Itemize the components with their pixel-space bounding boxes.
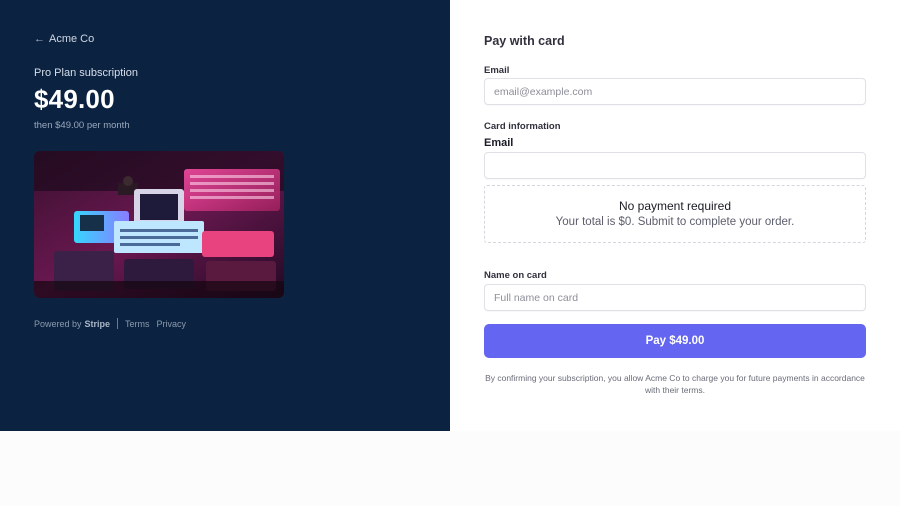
price-note: then $49.00 per month — [34, 120, 130, 131]
card-email-input[interactable] — [484, 152, 866, 179]
form-title: Pay with card — [484, 34, 565, 48]
card-information-label: Card information — [484, 121, 561, 132]
no-payment-text: Your total is $0. Submit to complete you… — [555, 216, 795, 228]
email-label: Email — [484, 65, 510, 76]
no-payment-notice: No payment required Your total is $0. Su… — [484, 185, 866, 243]
plan-name: Pro Plan subscription — [34, 67, 138, 79]
checkout-page: ← Acme Co Pro Plan subscription $49.00 t… — [0, 0, 900, 506]
pay-button[interactable]: Pay $49.00 — [484, 324, 866, 358]
subscription-terms: By confirming your subscription, you all… — [485, 373, 865, 395]
back-link[interactable]: ← Acme Co — [34, 33, 94, 45]
name-on-card-label: Name on card — [484, 270, 547, 281]
terms-link[interactable]: Terms — [125, 319, 150, 329]
email-input[interactable] — [484, 78, 866, 105]
footer-divider — [117, 318, 119, 329]
order-summary-panel: ← Acme Co Pro Plan subscription $49.00 t… — [0, 0, 450, 431]
back-arrow-icon: ← — [34, 33, 45, 45]
privacy-link[interactable]: Privacy — [157, 319, 187, 329]
product-image — [34, 151, 284, 298]
footer: Powered by Stripe Terms Privacy — [34, 318, 193, 329]
merchant-name: Acme Co — [49, 33, 95, 45]
powered-by-text: Powered by — [34, 318, 82, 329]
no-payment-title: No payment required — [618, 199, 732, 213]
payment-form-panel: Pay with card Email Card information Ema… — [450, 0, 900, 431]
name-on-card-input[interactable] — [484, 284, 866, 311]
stripe-brand[interactable]: Stripe — [85, 319, 111, 329]
price: $49.00 — [34, 84, 115, 114]
card-email-label: Email — [484, 137, 514, 149]
